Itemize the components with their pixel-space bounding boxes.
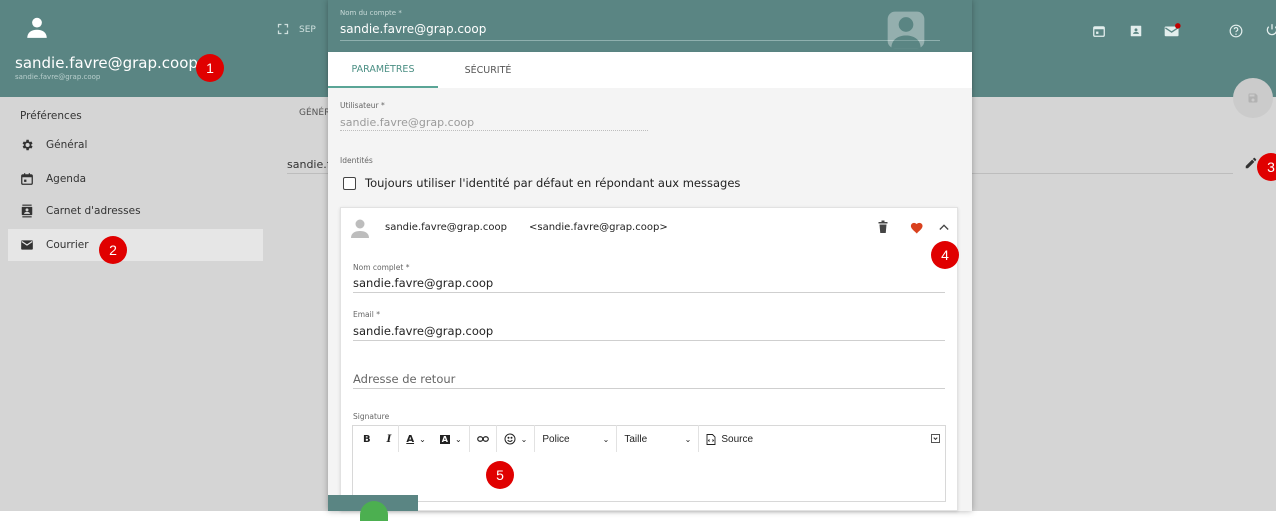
source-label: Source bbox=[721, 433, 754, 445]
font-select[interactable]: Police ⌄ bbox=[535, 425, 618, 453]
fullname-input[interactable]: sandie.favre@grap.coop bbox=[353, 276, 493, 290]
save-icon bbox=[1247, 92, 1259, 104]
default-identity-label: Toujours utiliser l'identité par défaut … bbox=[365, 176, 741, 190]
edit-icon[interactable] bbox=[1244, 156, 1258, 170]
sidebar-item-label: Agenda bbox=[46, 173, 87, 185]
marker-2: 2 bbox=[99, 236, 127, 264]
user-field-underline bbox=[340, 130, 648, 131]
fullscreen-icon[interactable] bbox=[277, 23, 289, 35]
sidebar-item-label: Courrier bbox=[46, 239, 89, 251]
sidebar-item-mail[interactable]: Courrier bbox=[8, 229, 263, 261]
user-field-value: sandie.favre@grap.coop bbox=[340, 116, 475, 129]
mail-app-icon[interactable] bbox=[1164, 22, 1182, 38]
text-color-button[interactable]: A ⌄ bbox=[399, 425, 432, 453]
link-icon bbox=[476, 435, 489, 443]
preferences-heading: Préférences bbox=[20, 110, 82, 122]
tab-securite[interactable]: SÉCURITÉ bbox=[438, 52, 538, 88]
marker-5: 5 bbox=[486, 461, 514, 489]
heart-icon[interactable] bbox=[910, 221, 924, 234]
bg-color-button[interactable]: A ⌄ bbox=[433, 425, 470, 453]
marker-4: 4 bbox=[931, 241, 959, 269]
reply-address-underline bbox=[353, 388, 945, 389]
italic-button[interactable]: I bbox=[380, 425, 400, 453]
sidebar-header: sandie.favre@grap.coop sandie.favre@grap… bbox=[0, 0, 263, 97]
bold-button[interactable]: B bbox=[353, 425, 380, 453]
expand-toolbar-icon[interactable] bbox=[931, 434, 940, 443]
sidebar-item-contacts[interactable]: Carnet d'adresses bbox=[8, 195, 263, 227]
chevron-down-icon: ⌄ bbox=[419, 434, 426, 444]
account-name-label: Nom du compte * bbox=[340, 9, 402, 17]
sidebar-item-label: Général bbox=[46, 139, 88, 151]
sidebar-item-general[interactable]: Général bbox=[8, 129, 263, 161]
topbar-label: SEP bbox=[299, 25, 316, 35]
link-button[interactable] bbox=[470, 425, 497, 453]
sidebar: sandie.favre@grap.coop sandie.favre@grap… bbox=[0, 0, 263, 511]
user-name: sandie.favre@grap.coop bbox=[15, 54, 198, 72]
font-select-label: Police bbox=[542, 433, 570, 445]
dialog-tabs: PARAMÈTRES SÉCURITÉ bbox=[328, 52, 972, 88]
gear-icon bbox=[20, 138, 34, 152]
signature-editor-toolbar: B I A ⌄ A ⌄ ⌄ Police ⌄ Taille ⌄ Source bbox=[352, 425, 946, 453]
fullname-label: Nom complet * bbox=[353, 263, 410, 272]
email-input[interactable]: sandie.favre@grap.coop bbox=[353, 324, 493, 338]
email-label: Email * bbox=[353, 310, 380, 319]
chevron-down-icon: ⌄ bbox=[454, 434, 462, 444]
account-avatar-icon bbox=[884, 8, 928, 52]
user-field-label: Utilisateur * bbox=[340, 101, 385, 110]
contacts-icon bbox=[20, 204, 34, 218]
save-fab[interactable] bbox=[1233, 78, 1273, 118]
sidebar-item-agenda[interactable]: Agenda bbox=[8, 163, 263, 195]
email-underline bbox=[353, 340, 945, 341]
sidebar-item-label: Carnet d'adresses bbox=[46, 205, 141, 217]
fullname-underline bbox=[353, 292, 945, 293]
identities-label: Identités bbox=[340, 156, 373, 165]
chevron-down-icon: ⌄ bbox=[520, 434, 528, 444]
account-name-input[interactable]: sandie.favre@grap.coop bbox=[340, 22, 486, 36]
default-identity-checkbox[interactable] bbox=[343, 177, 356, 190]
action-button[interactable] bbox=[328, 495, 418, 521]
signature-editor[interactable] bbox=[352, 452, 946, 502]
contacts-app-icon[interactable] bbox=[1129, 24, 1143, 38]
bg-color-label: A bbox=[439, 434, 450, 444]
account-dialog: Nom du compte * sandie.favre@grap.coop P… bbox=[328, 0, 972, 511]
background-tab: GÉNÉR bbox=[299, 108, 331, 118]
identity-avatar-icon bbox=[348, 216, 372, 240]
text-color-label: A bbox=[406, 433, 415, 445]
user-avatar-icon bbox=[24, 14, 50, 40]
delete-icon[interactable] bbox=[877, 220, 889, 234]
identity-header-email: <sandie.favre@grap.coop> bbox=[529, 222, 668, 233]
tab-parametres[interactable]: PARAMÈTRES bbox=[328, 52, 438, 88]
dialog-header: Nom du compte * sandie.favre@grap.coop bbox=[328, 0, 972, 52]
power-icon[interactable] bbox=[1265, 23, 1276, 37]
source-button[interactable]: Source bbox=[699, 425, 760, 453]
calendar-icon bbox=[20, 172, 34, 186]
background-row: sandie.f bbox=[287, 158, 331, 171]
calendar-app-icon[interactable] bbox=[1092, 24, 1106, 38]
help-icon[interactable] bbox=[1229, 24, 1243, 38]
size-select-label: Taille bbox=[624, 433, 648, 445]
emoji-button[interactable]: ⌄ bbox=[497, 425, 536, 453]
reply-address-input[interactable]: Adresse de retour bbox=[353, 372, 455, 386]
smiley-icon bbox=[504, 433, 516, 445]
mail-icon bbox=[20, 238, 34, 252]
action-button-indicator bbox=[360, 501, 388, 521]
account-name-underline bbox=[340, 40, 940, 41]
chevron-down-icon: ⌄ bbox=[684, 434, 692, 444]
marker-1: 1 bbox=[196, 54, 224, 82]
user-email: sandie.favre@grap.coop bbox=[15, 73, 101, 81]
signature-label: Signature bbox=[353, 412, 390, 421]
chevron-up-icon[interactable] bbox=[939, 223, 949, 231]
size-select[interactable]: Taille ⌄ bbox=[617, 425, 700, 453]
chevron-down-icon: ⌄ bbox=[602, 434, 610, 444]
identity-header-name: sandie.favre@grap.coop bbox=[385, 222, 507, 233]
source-icon bbox=[706, 433, 716, 445]
